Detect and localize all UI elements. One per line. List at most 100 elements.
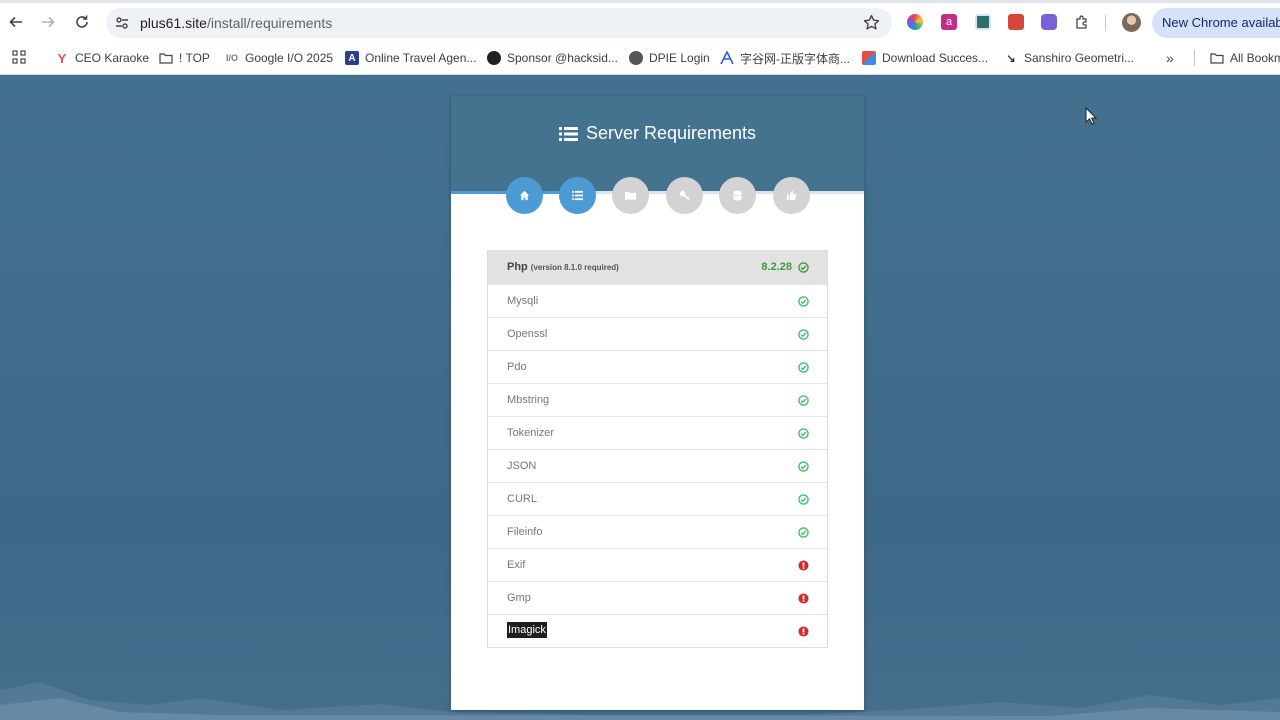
folder-icon bbox=[625, 191, 636, 200]
globe-icon bbox=[629, 51, 643, 65]
requirement-name: Mbstring bbox=[507, 394, 550, 406]
step-environment[interactable] bbox=[666, 177, 703, 214]
installer-steps bbox=[506, 177, 810, 214]
check-circle-icon bbox=[798, 395, 809, 406]
extension-todoist-icon[interactable] bbox=[1008, 14, 1024, 30]
bookmark-label: Sponsor @hacksid... bbox=[507, 51, 618, 65]
github-icon bbox=[487, 51, 501, 65]
arrow-icon: ↘ bbox=[1006, 52, 1016, 65]
key-icon bbox=[679, 190, 690, 201]
bookmark-online-travel[interactable]: A Online Travel Agen... bbox=[345, 49, 476, 67]
check-circle-icon bbox=[798, 262, 809, 273]
bookmark-dpie-login[interactable]: DPIE Login bbox=[629, 49, 710, 67]
forward-button[interactable] bbox=[37, 11, 59, 33]
folder-icon bbox=[159, 53, 173, 64]
php-requirement-row: Php (version 8.1.0 required) 8.2.28 bbox=[488, 251, 827, 284]
bookmark-label: Sanshiro Geometri... bbox=[1024, 51, 1135, 65]
bookmark-font-site[interactable]: 字谷网-正版字体商... bbox=[720, 49, 850, 67]
requirement-row: Openssl bbox=[488, 317, 827, 350]
step-welcome[interactable] bbox=[506, 177, 543, 214]
requirement-row: CURL bbox=[488, 482, 827, 515]
profile-avatar[interactable] bbox=[1122, 13, 1141, 32]
check-circle-icon bbox=[798, 527, 809, 538]
bookmark-github-sponsor[interactable]: Sponsor @hacksid... bbox=[487, 49, 618, 67]
font-site-icon bbox=[720, 51, 734, 65]
check-circle-icon bbox=[798, 362, 809, 373]
php-name: Php bbox=[507, 261, 528, 273]
page-title: Server Requirements bbox=[451, 123, 864, 144]
check-circle-icon bbox=[798, 428, 809, 439]
address-url: plus61.site/install/requirements bbox=[140, 15, 332, 31]
download-icon bbox=[862, 51, 876, 65]
requirement-name: Imagick bbox=[507, 622, 547, 638]
browser-toolbar: plus61.site/install/requirements a New C… bbox=[0, 3, 1280, 41]
back-button[interactable] bbox=[5, 11, 27, 33]
site-settings-icon[interactable] bbox=[114, 15, 130, 31]
extensions-puzzle-icon[interactable] bbox=[1074, 14, 1090, 30]
requirement-row: JSON bbox=[488, 449, 827, 482]
url-host: plus61.site bbox=[140, 15, 207, 31]
requirement-name: Openssl bbox=[507, 328, 548, 340]
requirement-row: Mbstring bbox=[488, 383, 827, 416]
requirement-row: Imagick bbox=[488, 614, 827, 647]
back-arrow-icon bbox=[9, 16, 22, 28]
step-database[interactable] bbox=[719, 177, 756, 214]
bookmarks-overflow-button[interactable]: » bbox=[1166, 49, 1174, 67]
database-icon bbox=[733, 190, 742, 201]
requirement-row: Tokenizer bbox=[488, 416, 827, 449]
bookmark-all-bookmarks[interactable]: All Bookm bbox=[1210, 49, 1280, 67]
extension-gear-icon[interactable] bbox=[1041, 14, 1057, 30]
bookmark-star-icon[interactable] bbox=[863, 14, 880, 31]
forward-arrow-icon bbox=[42, 16, 55, 28]
php-label: Php (version 8.1.0 required) bbox=[507, 261, 619, 273]
exclamation-circle-icon bbox=[798, 593, 809, 604]
step-finish[interactable] bbox=[773, 177, 810, 214]
bookmarks-divider bbox=[1194, 50, 1195, 66]
requirement-row: Fileinfo bbox=[488, 515, 827, 548]
list-icon bbox=[572, 190, 583, 201]
bookmark-sanshiro[interactable]: ↘ Sanshiro Geometri... bbox=[1004, 49, 1134, 67]
requirement-name: Pdo bbox=[507, 361, 527, 373]
php-version-note: (version 8.1.0 required) bbox=[530, 263, 619, 272]
cocktail-icon: Y bbox=[57, 50, 67, 66]
bookmark-top-folder[interactable]: ! TOP bbox=[159, 49, 210, 67]
requirement-row: Gmp bbox=[488, 581, 827, 614]
home-icon bbox=[519, 190, 530, 201]
check-circle-icon bbox=[798, 461, 809, 472]
exclamation-circle-icon bbox=[798, 560, 809, 571]
extension-n-icon[interactable] bbox=[975, 14, 991, 30]
installer-card: Server Requirements Php (version 8.1.0 r… bbox=[451, 96, 864, 710]
bookmark-label: DPIE Login bbox=[649, 51, 710, 65]
extension-a-icon[interactable]: a bbox=[941, 14, 957, 30]
bookmark-google-io[interactable]: I/O Google I/O 2025 bbox=[225, 49, 333, 67]
mouse-cursor-icon bbox=[1085, 107, 1097, 125]
requirements-list: Php (version 8.1.0 required) 8.2.28 Mysql… bbox=[487, 250, 828, 648]
check-circle-icon bbox=[798, 296, 809, 307]
check-circle-icon bbox=[798, 329, 809, 340]
requirement-name: CURL bbox=[507, 493, 537, 505]
toolbar-divider bbox=[1105, 15, 1106, 31]
address-bar[interactable]: plus61.site/install/requirements bbox=[106, 8, 892, 38]
page-viewport: Server Requirements Php (version 8.1.0 r… bbox=[0, 76, 1280, 720]
requirement-name: Mysqli bbox=[507, 295, 539, 307]
bookmark-download-success[interactable]: Download Succes... bbox=[862, 49, 988, 67]
requirement-name: Gmp bbox=[507, 592, 531, 604]
apps-grid-icon[interactable] bbox=[12, 50, 26, 64]
requirement-row: Exif bbox=[488, 548, 827, 581]
reload-button[interactable] bbox=[71, 11, 93, 33]
extension-color-picker-icon[interactable] bbox=[907, 14, 923, 30]
bookmark-label: Online Travel Agen... bbox=[365, 51, 477, 65]
bookmark-ceo-karaoke[interactable]: Y CEO Karaoke bbox=[55, 49, 149, 67]
requirement-row: Mysqli bbox=[488, 284, 827, 317]
requirement-name: Exif bbox=[507, 559, 526, 571]
bookmark-label: CEO Karaoke bbox=[75, 51, 150, 65]
travel-icon: A bbox=[345, 51, 359, 65]
bookmark-label: All Bookm bbox=[1230, 51, 1280, 65]
chrome-update-button[interactable]: New Chrome availabl bbox=[1152, 8, 1280, 38]
reload-icon bbox=[76, 15, 88, 28]
step-requirements[interactable] bbox=[559, 177, 596, 214]
thumbs-up-icon bbox=[786, 190, 797, 201]
folder-icon bbox=[1210, 53, 1224, 64]
step-permissions[interactable] bbox=[612, 177, 649, 214]
requirement-name: Fileinfo bbox=[507, 526, 543, 538]
